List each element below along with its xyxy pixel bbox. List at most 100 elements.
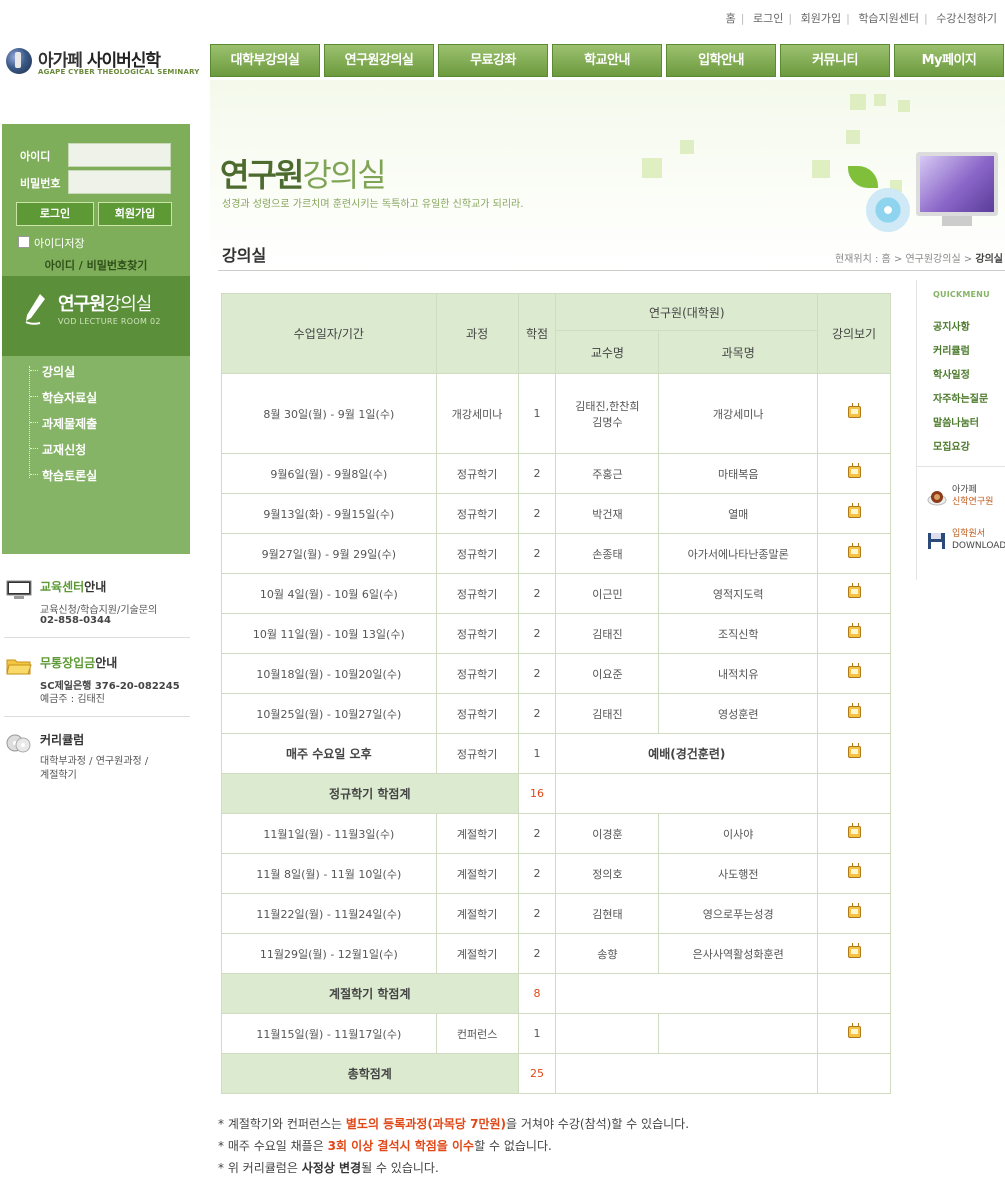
header-period: 수업일자/기간 xyxy=(221,293,437,374)
password-input[interactable] xyxy=(68,170,171,194)
cell-credit: 2 xyxy=(517,893,557,934)
grand-total-value: 25 xyxy=(517,1053,557,1094)
bank-info[interactable]: 무통장입금안내 SC제일은행 376-20-082245 예금주 : 김태진 xyxy=(4,654,190,706)
quick-item-faq[interactable]: 자주하는질문 xyxy=(933,390,988,405)
tv-icon[interactable] xyxy=(847,546,861,558)
page-subtitle: 성경과 성령으로 가르치며 훈련시키는 독특하고 유일한 신학교가 되리라. xyxy=(222,199,524,210)
quick-item-sharing[interactable]: 말씀나눔터 xyxy=(933,414,979,429)
tv-icon[interactable] xyxy=(847,826,861,838)
logo-english: AGAPE CYBER THEOLOGICAL SEMINARY xyxy=(38,68,200,76)
floppy-icon xyxy=(928,533,945,549)
tv-icon[interactable] xyxy=(847,666,861,678)
quick-item-curriculum[interactable]: 커리큘럼 xyxy=(933,342,970,357)
cell-credit: 2 xyxy=(517,453,557,494)
cell-credit: 2 xyxy=(517,573,557,614)
edu-center-info[interactable]: 교육센터안내 교육신청/학습지원/기술문의 02-858-0344 xyxy=(4,578,190,634)
tree-tick xyxy=(30,396,38,397)
quick-item-notice[interactable]: 공지사항 xyxy=(933,318,970,333)
top-link-support[interactable]: 학습지원센터 xyxy=(858,12,919,25)
quick-menu: QUICKMENU 공지사항 커리큘럼 학사일정 자주하는질문 말씀나눔터 모집… xyxy=(916,280,1005,580)
tv-icon[interactable] xyxy=(847,466,861,478)
cell-watch xyxy=(817,373,891,454)
quick-link-download[interactable]: 입학원서 DOWNLOAD xyxy=(927,528,1005,556)
cell-period: 10월 11일(월) - 10월 13일(수) xyxy=(221,613,437,654)
nav-research-lecture[interactable]: 연구원강의실 xyxy=(324,44,434,77)
find-account-link[interactable]: 아이디 / 비밀번호찾기 xyxy=(2,257,190,273)
tv-icon[interactable] xyxy=(847,406,861,418)
cell-course: 정규학기 xyxy=(435,493,519,534)
cell-course: 계절학기 xyxy=(435,813,519,854)
tv-icon[interactable] xyxy=(847,586,861,598)
lnb-item-assignments[interactable]: 과제물제출 xyxy=(42,415,97,432)
cell-period: 11월29일(월) - 12월1일(수) xyxy=(221,933,437,974)
tv-icon[interactable] xyxy=(847,746,861,758)
tv-icon[interactable] xyxy=(847,706,861,718)
regular-total-label: 정규학기 학점계 xyxy=(221,773,519,814)
quick-link-research[interactable]: 아가페 신학연구원 xyxy=(927,484,1005,512)
empty-cell xyxy=(555,1013,660,1054)
table-row-worship: 매주 수요일 오후 정규학기 1 예배(경건훈련) xyxy=(221,733,891,774)
login-button[interactable]: 로그인 xyxy=(16,202,94,226)
separator: | xyxy=(740,12,745,25)
divider xyxy=(4,637,190,638)
cell-period: 매주 수요일 오후 xyxy=(221,733,437,774)
nav-community[interactable]: 커뮤니티 xyxy=(780,44,890,77)
divider xyxy=(4,716,190,717)
tv-icon[interactable] xyxy=(847,506,861,518)
cell-course: 계절학기 xyxy=(435,893,519,934)
tv-icon[interactable] xyxy=(847,906,861,918)
cell-period: 9월13일(화) - 9월15일(수) xyxy=(221,493,437,534)
cell-period: 9월27일(월) - 9월 29일(수) xyxy=(221,533,437,574)
footnote-1: * 계절학기와 컨퍼런스는 별도의 등록과정(과목당 7만원)을 거쳐야 수강(… xyxy=(218,1117,690,1131)
tv-icon[interactable] xyxy=(847,626,861,638)
cell-watch xyxy=(817,653,891,694)
decor-square xyxy=(898,100,910,112)
cell-watch xyxy=(817,453,891,494)
nav-admission[interactable]: 입학안내 xyxy=(666,44,776,77)
cell-period: 11월15일(월) - 11월17일(수) xyxy=(221,1013,437,1054)
tv-icon[interactable] xyxy=(847,866,861,878)
table-row: 11월29일(월) - 12월1일(수) 계절학기 2 송향 은사사역활성화훈련 xyxy=(221,933,891,974)
nav-mypage[interactable]: My페이지 xyxy=(894,44,1004,77)
quick-item-recruit[interactable]: 모집요강 xyxy=(933,438,970,453)
header-watch: 강의보기 xyxy=(817,293,891,374)
cell-course: 정규학기 xyxy=(435,613,519,654)
nav-school-info[interactable]: 학교안내 xyxy=(552,44,662,77)
curriculum-line1: 대학부과정 / 연구원과정 / xyxy=(40,756,149,767)
cell-credit: 2 xyxy=(517,493,557,534)
lnb-item-lecture-room[interactable]: 강의실 xyxy=(42,363,75,380)
join-button[interactable]: 회원가입 xyxy=(98,202,172,226)
nav-undergrad-lecture[interactable]: 대학부강의실 xyxy=(210,44,320,77)
id-input[interactable] xyxy=(68,143,171,167)
coffee-icon xyxy=(927,491,947,506)
save-id-checkbox[interactable] xyxy=(18,236,30,248)
lnb-header: 연구원강의실 VOD LECTURE ROOM 02 xyxy=(2,276,190,356)
lnb-item-textbook[interactable]: 교재신청 xyxy=(42,441,86,458)
tv-icon[interactable] xyxy=(847,946,861,958)
cell-subject: 영성훈련 xyxy=(658,693,819,734)
header-course: 과정 xyxy=(435,293,519,374)
cell-course: 개강세미나 xyxy=(435,373,519,454)
table-row: 10월 11일(월) - 10월 13일(수) 정규학기 2 김태진 조직신학 xyxy=(221,613,891,654)
table-row: 10월 4일(월) - 10월 6일(수) 정규학기 2 이근민 영적지도력 xyxy=(221,573,891,614)
quick-link-download-text: 입학원서 DOWNLOAD xyxy=(952,529,1005,551)
top-link-register[interactable]: 수강신청하기 xyxy=(936,12,997,25)
lnb-item-discussion[interactable]: 학습토론실 xyxy=(42,467,97,484)
separator: | xyxy=(788,12,793,25)
site-logo[interactable]: 아가페 사이버신학 AGAPE CYBER THEOLOGICAL SEMINA… xyxy=(6,46,206,80)
nav-free-lecture[interactable]: 무료강좌 xyxy=(438,44,548,77)
empty-cell xyxy=(658,1013,819,1054)
top-link-join[interactable]: 회원가입 xyxy=(801,12,841,25)
cell-watch xyxy=(817,613,891,654)
lnb-item-materials[interactable]: 학습자료실 xyxy=(42,389,97,406)
regular-total-value: 16 xyxy=(517,773,557,814)
tv-icon[interactable] xyxy=(847,1026,861,1038)
top-link-home[interactable]: 홈 xyxy=(726,12,736,25)
cell-credit: 1 xyxy=(517,1013,557,1054)
quick-item-schedule[interactable]: 학사일정 xyxy=(933,366,970,381)
tree-tick xyxy=(30,474,38,475)
page-title: 연구원강의실 xyxy=(220,156,387,194)
top-link-login[interactable]: 로그인 xyxy=(753,12,783,25)
edu-center-desc: 교육신청/학습지원/기술문의 xyxy=(40,605,158,616)
curriculum-info[interactable]: 커리큘럼 대학부과정 / 연구원과정 / 계절학기 xyxy=(4,731,190,781)
